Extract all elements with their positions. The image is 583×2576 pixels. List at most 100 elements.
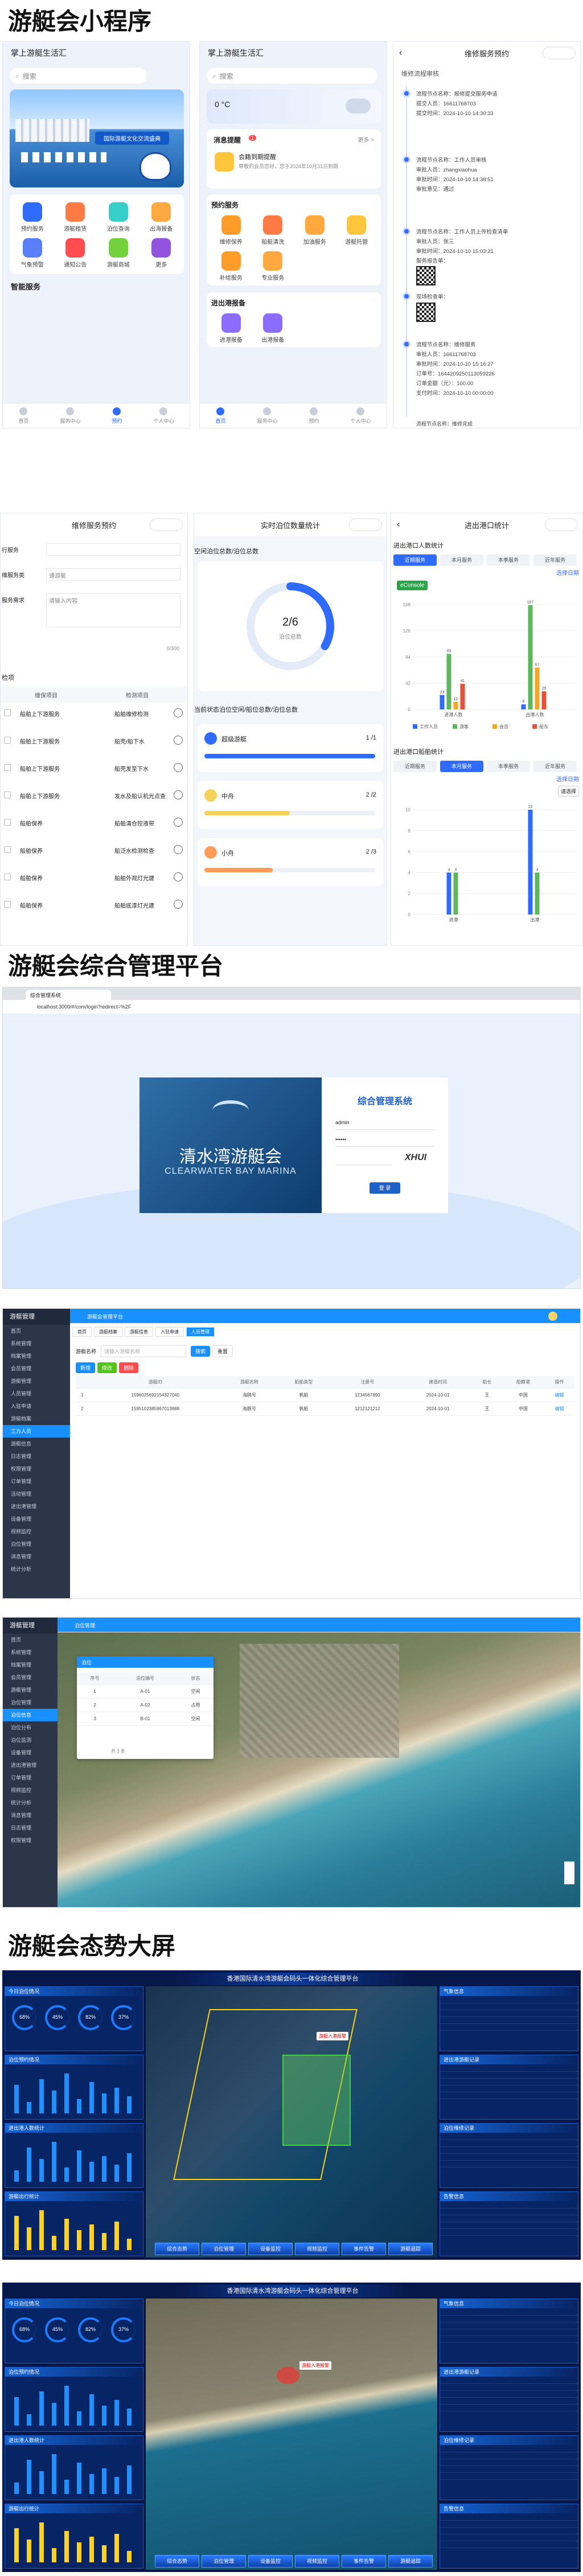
sidebar-item[interactable]: 泊位监测	[3, 1734, 58, 1746]
range-tab[interactable]: 本季服务	[487, 761, 530, 772]
sidebar-item[interactable]: 订单管理	[3, 1475, 70, 1488]
record-row[interactable]	[440, 2534, 578, 2541]
sidebar-item[interactable]: 游艇管理	[3, 1375, 70, 1387]
reserve-item[interactable]: 船艇清洗	[253, 215, 293, 246]
sidebar-item[interactable]: 泊位分布	[3, 1721, 58, 1734]
sidebar-item[interactable]: 视频监控	[3, 1525, 70, 1538]
tab-2[interactable]: 预约	[112, 407, 122, 424]
record-row[interactable]	[440, 2016, 578, 2024]
table-row[interactable]: 3 B-01 空闲	[77, 1712, 214, 1726]
capsule-icon[interactable]	[545, 519, 578, 531]
dash-nav-button[interactable]: 综合态势	[155, 2555, 199, 2567]
feature-calendar[interactable]: 预约服务	[12, 202, 53, 232]
range-tab[interactable]: 近年服务	[533, 761, 577, 772]
sidebar-item[interactable]: 会员管理	[3, 1362, 70, 1375]
range-tab[interactable]: 本月服务	[440, 761, 483, 772]
checkbox[interactable]	[4, 737, 11, 744]
record-row[interactable]	[440, 2133, 578, 2140]
sidebar-item[interactable]: 游艇管理	[3, 1684, 58, 1696]
notice-more-link[interactable]: 更多 >	[358, 135, 374, 144]
dash-map[interactable]: 游艇入港报警	[146, 2299, 437, 2570]
checkbox[interactable]	[4, 819, 11, 826]
table-cell[interactable]: 编辑	[544, 1402, 574, 1416]
back-icon[interactable]: ‹	[399, 48, 402, 58]
alert-tag[interactable]: 游艇入港报警	[299, 2361, 331, 2370]
tab-0[interactable]: 首页	[18, 407, 29, 424]
record-row[interactable]	[440, 2003, 578, 2010]
report-item[interactable]: 出港报备	[253, 313, 293, 344]
record-row[interactable]	[440, 2222, 578, 2229]
sidebar-item[interactable]: 会员管理	[3, 1671, 58, 1684]
qrcode-icon[interactable]	[416, 303, 436, 322]
sidebar-item[interactable]: 泊位管理	[3, 1696, 58, 1709]
sidebar-item[interactable]: 设备管理	[3, 1513, 70, 1525]
range-tab[interactable]: 本月服务	[440, 554, 483, 566]
dash-nav-button[interactable]: 事件告警	[342, 2243, 386, 2255]
record-row[interactable]	[440, 2520, 578, 2528]
search-button[interactable]: 搜索	[191, 1345, 211, 1357]
record-row[interactable]	[440, 2092, 578, 2099]
feature-yacht[interactable]: 游艇租赁	[55, 202, 96, 232]
info-icon[interactable]	[174, 736, 183, 745]
yacht-name-input[interactable]: 请输入游艇名称	[101, 1345, 187, 1357]
sidebar-item[interactable]: 消息管理	[3, 1550, 70, 1563]
checkbox[interactable]	[4, 764, 11, 771]
record-row[interactable]	[440, 2404, 578, 2411]
reset-button[interactable]: 重置	[212, 1345, 233, 1357]
range-tab[interactable]: 近年服务	[533, 554, 577, 566]
dash-nav-button[interactable]: 游艇追踪	[388, 2243, 433, 2255]
op-button[interactable]: 删除	[119, 1362, 139, 1373]
sidebar-item[interactable]: 日志管理	[3, 1450, 70, 1463]
sidebar-item[interactable]: 入驻申请	[3, 1400, 70, 1412]
record-row[interactable]	[440, 2329, 578, 2336]
dash-nav-button[interactable]: 设备监控	[248, 2243, 293, 2255]
browser-tab[interactable]: 综合管理系统	[26, 990, 111, 1000]
record-row[interactable]	[440, 2336, 578, 2343]
sidebar-item[interactable]: 档案管理	[3, 1350, 70, 1362]
checkbox[interactable]	[4, 873, 11, 880]
sidebar-item[interactable]: 系统管理	[3, 1337, 70, 1350]
tab-3[interactable]: 个人中心	[350, 407, 371, 424]
pagination[interactable]: 共 3 条	[111, 1748, 125, 1754]
captcha-image[interactable]: XHUI	[397, 1153, 434, 1165]
capsule-icon[interactable]	[150, 519, 183, 531]
record-row[interactable]	[440, 2010, 578, 2017]
login-button[interactable]: 登 录	[369, 1182, 400, 1194]
search-bar[interactable]: ⌕ 搜索	[10, 68, 146, 84]
feature-report[interactable]: 出海报备	[141, 202, 182, 232]
table-row[interactable]: 1 1596025692154327040 海鸥号 帆船 1234567890 2024-…	[76, 1388, 574, 1402]
sidebar-item[interactable]: 三方人员	[3, 1425, 70, 1438]
address-bar[interactable]: localhost:3000/#/com/login?redirect=%2F	[3, 1000, 580, 1014]
tab-0[interactable]: 首页	[215, 407, 226, 424]
dash-map[interactable]: 游艇入港报警	[146, 1986, 437, 2257]
feature-notice[interactable]: 通知公告	[55, 238, 96, 268]
op-button[interactable]: 修改	[97, 1362, 117, 1373]
record-row[interactable]	[440, 2064, 578, 2072]
record-row[interactable]	[440, 2541, 578, 2548]
feature-berth[interactable]: 泊位查询	[98, 202, 139, 232]
sidebar-item[interactable]: 首页	[3, 1634, 58, 1646]
record-row[interactable]	[440, 2071, 578, 2079]
reserve-item[interactable]: 维修保养	[211, 215, 251, 246]
capsule-icon[interactable]	[349, 519, 382, 531]
reserve-item[interactable]: 加油服务	[295, 215, 335, 246]
dash-nav-button[interactable]: 事件告警	[342, 2555, 386, 2567]
info-icon[interactable]	[174, 818, 183, 827]
sidebar-item[interactable]: 系统管理	[3, 1646, 58, 1659]
info-icon[interactable]	[174, 708, 183, 717]
page-tab[interactable]: 人员管理	[186, 1326, 215, 1337]
green-zone[interactable]	[282, 2055, 351, 2146]
feature-weather[interactable]: 气象预警	[12, 238, 53, 268]
record-row[interactable]	[440, 2153, 578, 2161]
checkbox[interactable]	[4, 791, 11, 798]
range-tab[interactable]: 近期服务	[393, 761, 437, 772]
sidebar-item[interactable]: 设备管理	[3, 1746, 58, 1759]
report-item[interactable]: 进港报备	[211, 313, 251, 344]
record-row[interactable]	[440, 2315, 578, 2322]
record-row[interactable]	[440, 2397, 578, 2404]
record-row[interactable]	[440, 2472, 578, 2480]
qrcode-icon[interactable]	[416, 266, 436, 285]
info-icon[interactable]	[174, 845, 183, 854]
home-banner[interactable]: 国际游艇文化交流盛典	[10, 89, 184, 187]
captcha-input[interactable]	[335, 1153, 392, 1165]
